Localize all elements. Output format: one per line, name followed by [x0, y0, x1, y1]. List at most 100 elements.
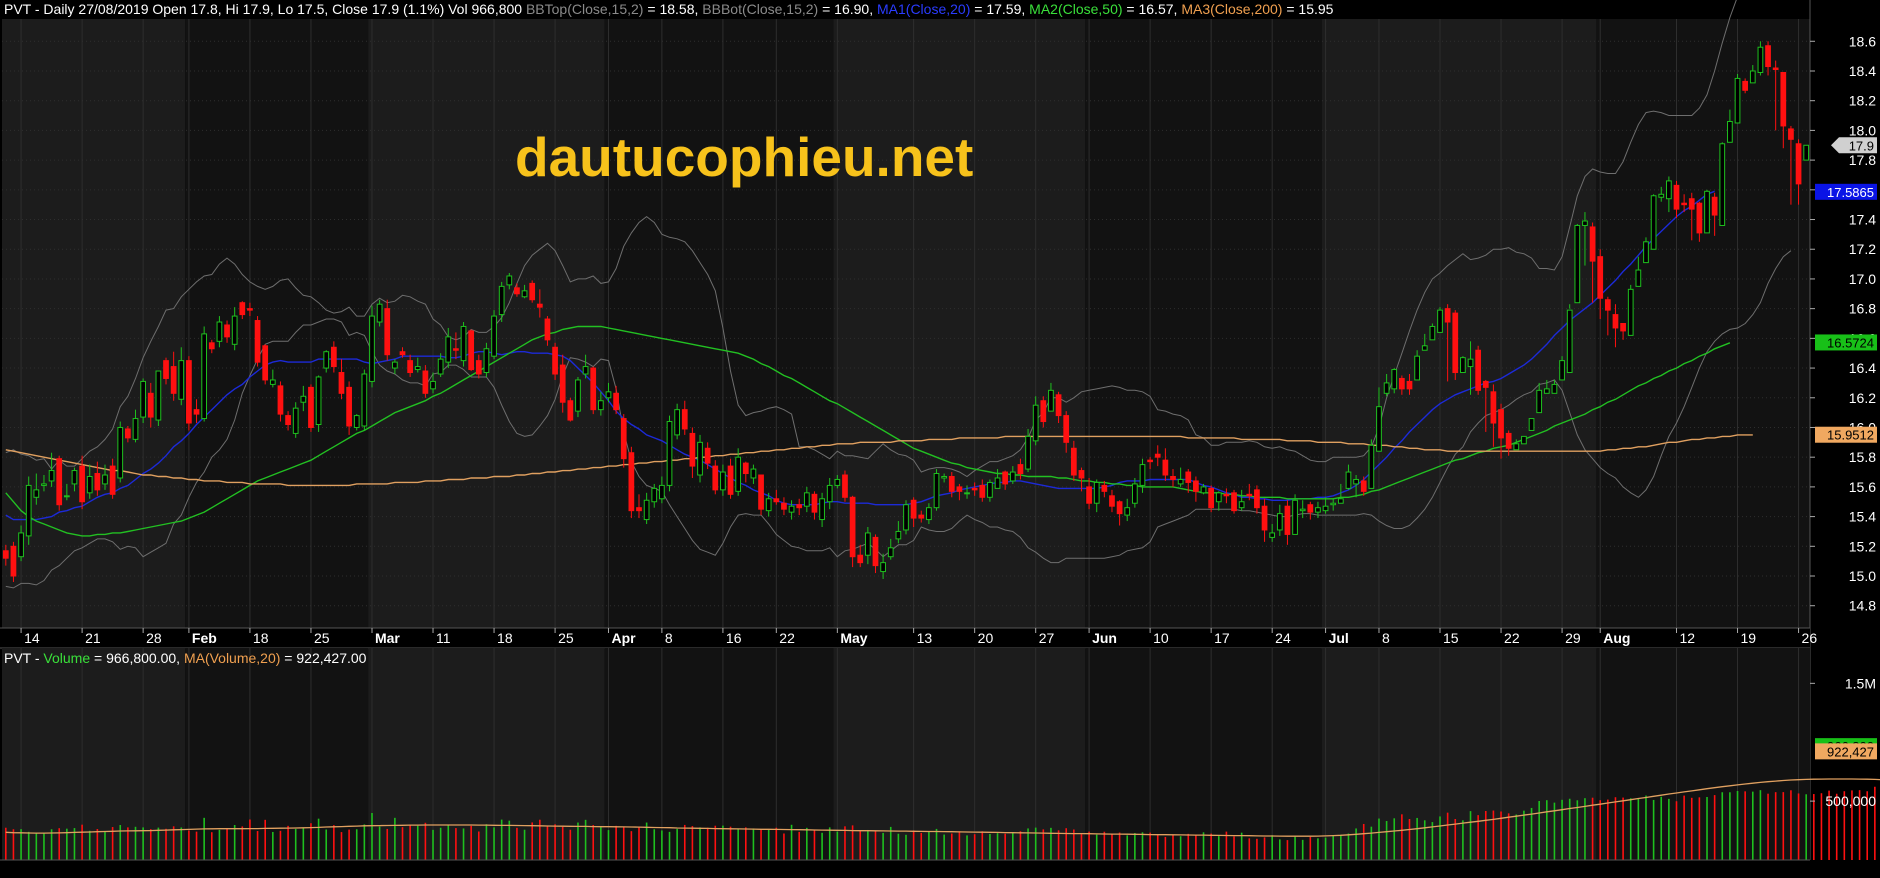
candle-body	[1727, 120, 1733, 143]
date-tick-label: 28	[146, 630, 162, 646]
candle-body	[56, 458, 63, 506]
header-part: MA1(Close,20)	[877, 1, 970, 17]
candle	[376, 299, 383, 327]
candle-body	[636, 507, 642, 512]
axis-value-marker: 17.9	[1831, 137, 1877, 154]
candle	[155, 370, 162, 426]
candle	[10, 541, 17, 582]
date-tick-label: 14	[24, 630, 40, 646]
candle-body	[1368, 444, 1375, 489]
candle-body	[1360, 480, 1367, 492]
candle	[529, 280, 536, 303]
candle-body	[1627, 288, 1634, 336]
candle	[361, 369, 368, 431]
candle-body	[1658, 193, 1665, 198]
candle-body	[48, 470, 55, 482]
candle-body	[1208, 487, 1215, 509]
candle	[369, 305, 375, 388]
candle-body	[742, 462, 749, 475]
candle-body	[880, 562, 886, 573]
date-tick-label: 24	[1275, 630, 1291, 646]
price-tick-label: 15.4	[1849, 509, 1876, 525]
candle	[384, 299, 391, 361]
volume-panel-header: PVT - Volume = 966,800.00, MA(Volume,20)…	[4, 650, 367, 666]
candle-body	[1582, 220, 1588, 226]
candle-body	[1215, 492, 1222, 503]
candle-body	[1086, 486, 1092, 504]
candle-body	[1193, 480, 1199, 492]
date-tick-label: Jun	[1092, 630, 1117, 646]
header-part: = 18.58,	[643, 1, 702, 17]
date-tick-label: 8	[1382, 630, 1390, 646]
candle-body	[811, 493, 818, 513]
price-panel-month-bands	[2, 19, 1810, 628]
candle-body	[1337, 498, 1344, 504]
date-tick-label: 21	[85, 630, 101, 646]
candle-body	[1475, 349, 1482, 391]
price-panel-header: PVT - Daily 27/08/2019 Open 17.8, Hi 17.…	[4, 1, 1334, 17]
candle-body	[1139, 464, 1146, 486]
candle-body	[308, 386, 314, 428]
candle-body	[1124, 507, 1131, 516]
candle	[1734, 73, 1741, 124]
candle-body	[94, 473, 101, 491]
candle-body	[1269, 532, 1276, 538]
candle-body	[926, 507, 932, 521]
candle-body	[1185, 471, 1192, 483]
candle-body	[1444, 308, 1451, 323]
candle-body	[277, 385, 284, 415]
candle-body	[659, 484, 665, 500]
candle-body	[987, 481, 993, 498]
candle-body	[1002, 471, 1009, 485]
price-tick-label: 15.2	[1849, 538, 1876, 554]
candle-body	[1063, 415, 1070, 443]
date-tick-label: 16	[726, 630, 742, 646]
candle	[1208, 485, 1215, 513]
candle	[666, 415, 673, 492]
candle-body	[1299, 508, 1306, 512]
candle-body	[1498, 409, 1504, 439]
candle-body	[948, 475, 955, 492]
candle	[697, 434, 703, 483]
candle	[1719, 142, 1726, 226]
price-tick-label: 16.4	[1849, 360, 1876, 376]
candle	[1475, 345, 1482, 395]
candle-body	[971, 487, 978, 491]
candle	[1452, 310, 1459, 380]
candle-body	[63, 495, 70, 498]
month-band	[1085, 19, 1322, 628]
candle-body	[697, 441, 703, 476]
candle-body	[1116, 501, 1123, 515]
candle-body	[918, 514, 925, 519]
candle	[849, 495, 856, 568]
candle-body	[964, 492, 970, 495]
candle-body	[155, 370, 162, 421]
candle	[552, 342, 558, 380]
candle	[590, 366, 597, 415]
candle-body	[834, 478, 841, 486]
candle-body	[25, 484, 32, 537]
candle-body	[1330, 502, 1337, 506]
candle	[575, 376, 581, 418]
candle	[1460, 356, 1466, 374]
candle-body	[1093, 481, 1100, 504]
candle-body	[468, 330, 475, 371]
candle-body	[1414, 355, 1420, 381]
date-axis: 14 21 28 Feb 18 25 Mar 11 18 25 Apr 8 16 22 May 13 20 27 J…	[0, 627, 1817, 649]
candle-body	[384, 308, 391, 356]
candle-body	[1276, 513, 1283, 531]
candle-body	[994, 477, 1001, 489]
candle-body	[727, 465, 734, 495]
candle-body	[1307, 504, 1314, 513]
date-tick-label: Jul	[1329, 630, 1349, 646]
date-tick-label: 15	[1443, 630, 1459, 646]
price-tick-label: 16.2	[1849, 390, 1876, 406]
candle-body	[71, 470, 78, 485]
candle-body	[1749, 70, 1756, 84]
candle	[186, 356, 192, 431]
candle-body	[1467, 358, 1474, 368]
candle-body	[1353, 478, 1359, 485]
month-band	[1321, 19, 1597, 628]
candle-body	[102, 474, 108, 485]
date-tick-label: 12	[1679, 630, 1695, 646]
